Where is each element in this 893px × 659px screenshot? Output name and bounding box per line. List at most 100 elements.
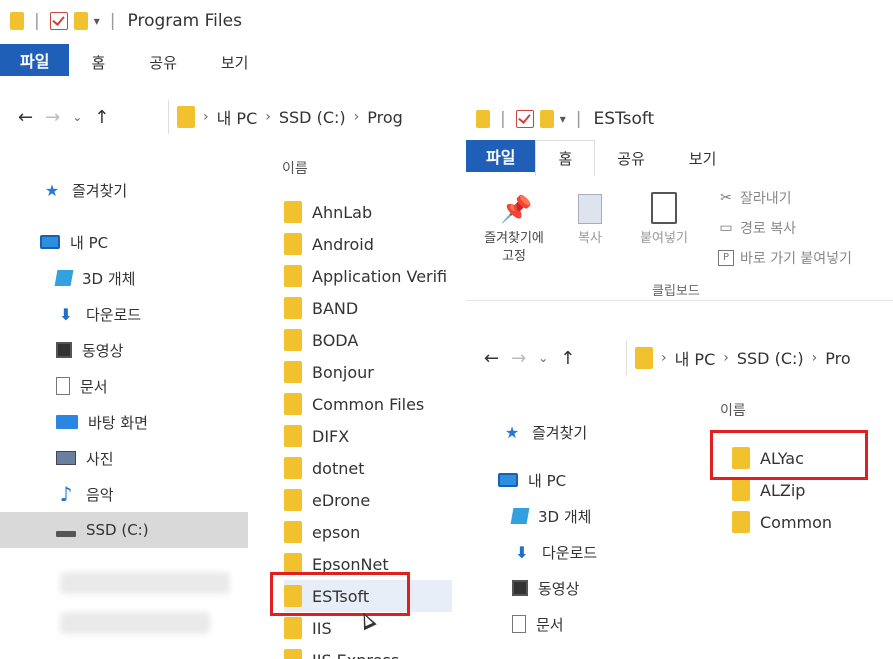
column-header-name[interactable]: 이름 [720, 400, 746, 420]
ribbon-home-panel: 📌 즐겨찾기에 고정 복사 붙여넣기 ✂ 잘라내기 ▭ 경로 복사 P 바로 가… [466, 182, 893, 301]
folder-item-estsoft[interactable]: ESTsoft [284, 580, 452, 612]
tab-share[interactable]: 공유 [595, 140, 667, 176]
blurred-nav-item [60, 612, 210, 634]
folder-item[interactable]: AhnLab [284, 196, 452, 228]
paste-button[interactable]: 붙여넣기 [634, 192, 694, 248]
copy-button[interactable]: 복사 [570, 194, 610, 248]
button-label: 붙여넣기 [640, 231, 688, 246]
nav-label: 즐겨찾기 [532, 423, 588, 442]
file-list: ALYac ALZip Common [732, 442, 882, 538]
folder-icon [284, 585, 302, 607]
nav-item-pictures[interactable]: 사진 [0, 440, 248, 476]
breadcrumb-drive[interactable]: SSD (C:) [279, 108, 346, 127]
nav-label: 내 PC [528, 471, 567, 490]
button-label: 잘라내기 [740, 191, 792, 207]
new-folder-icon[interactable] [73, 12, 88, 30]
nav-item-music[interactable]: ♪ 음악 [0, 476, 248, 512]
folder-icon[interactable] [10, 12, 24, 30]
pin-to-quick-access-button[interactable]: 📌 즐겨찾기에 고정 [474, 196, 554, 266]
folder-item[interactable]: Common Files [284, 388, 452, 420]
nav-item-quick-access[interactable]: ★ 즐겨찾기 [466, 414, 686, 450]
quick-access-dropdown-icon[interactable]: ▾ [560, 112, 566, 126]
address-bar[interactable]: › 내 PC › SSD (C:) › Pro [626, 341, 893, 375]
tab-home[interactable]: 홈 [69, 44, 127, 80]
properties-icon[interactable] [49, 12, 68, 30]
new-folder-icon[interactable] [539, 110, 554, 128]
chevron-right-icon[interactable]: › [723, 350, 729, 366]
chevron-right-icon[interactable]: › [354, 109, 360, 125]
breadcrumb-this-pc[interactable]: 내 PC [675, 346, 716, 370]
back-arrow-icon[interactable]: ← [484, 348, 499, 369]
column-header-name[interactable]: 이름 [282, 158, 308, 178]
folder-item[interactable]: Android [284, 228, 452, 260]
nav-label: 동영상 [82, 341, 124, 360]
breadcrumb-program-files[interactable]: Prog [367, 108, 403, 127]
nav-item-downloads[interactable]: ⬇ 다운로드 [0, 296, 248, 332]
nav-item-3d-objects[interactable]: 3D 개체 [466, 498, 686, 534]
tab-file[interactable]: 파일 [0, 44, 70, 76]
recent-locations-chevron-icon[interactable]: ⌄ [538, 351, 548, 365]
copy-path-button[interactable]: ▭ 경로 복사 [718, 218, 796, 238]
folder-item[interactable]: Bonjour [284, 356, 452, 388]
nav-item-this-pc[interactable]: 내 PC [466, 462, 686, 498]
nav-item-3d-objects[interactable]: 3D 개체 [0, 260, 248, 296]
breadcrumb-drive[interactable]: SSD (C:) [737, 349, 804, 368]
folder-item-common[interactable]: Common [732, 506, 882, 538]
cut-button[interactable]: ✂ 잘라내기 [718, 188, 792, 208]
recent-locations-chevron-icon[interactable]: ⌄ [72, 110, 82, 124]
folder-name: BODA [312, 330, 359, 350]
breadcrumb-this-pc[interactable]: 내 PC [217, 105, 258, 129]
folder-item[interactable]: epson [284, 516, 452, 548]
tab-file[interactable]: 파일 [466, 140, 536, 172]
folder-name: Common Files [312, 394, 425, 414]
back-arrow-icon[interactable]: ← [18, 107, 33, 128]
folder-item-alyac[interactable]: ALYac [732, 442, 882, 474]
nav-item-this-pc[interactable]: 내 PC [0, 224, 248, 260]
folder-item[interactable]: BODA [284, 324, 452, 356]
chevron-right-icon[interactable]: › [661, 350, 667, 366]
nav-item-videos[interactable]: 동영상 [466, 570, 686, 606]
nav-item-videos[interactable]: 동영상 [0, 332, 248, 368]
nav-label: 문서 [80, 377, 108, 396]
tab-share[interactable]: 공유 [127, 44, 199, 80]
folder-item[interactable]: BAND [284, 292, 452, 324]
folder-icon [284, 649, 302, 659]
panel-divider [452, 0, 466, 659]
folder-name: Bonjour [312, 362, 374, 382]
folder-item[interactable]: EpsonNet [284, 548, 452, 580]
tab-home[interactable]: 홈 [535, 140, 596, 176]
folder-name: EpsonNet [312, 554, 389, 574]
forward-arrow-icon[interactable]: → [45, 107, 60, 128]
folder-item[interactable]: IIS Express [284, 644, 452, 659]
tab-view[interactable]: 보기 [667, 140, 739, 176]
folder-icon[interactable] [476, 110, 490, 128]
nav-item-downloads[interactable]: ⬇ 다운로드 [466, 534, 686, 570]
button-label: 즐겨찾기에 [484, 231, 544, 246]
nav-item-desktop[interactable]: 바탕 화면 [0, 404, 248, 440]
nav-item-ssd-c[interactable]: SSD (C:) [0, 512, 248, 548]
folder-item[interactable]: dotnet [284, 452, 452, 484]
folder-item[interactable]: DIFX [284, 420, 452, 452]
tab-view[interactable]: 보기 [199, 44, 271, 80]
folder-item[interactable]: Application Verifi [284, 260, 452, 292]
chevron-right-icon[interactable]: › [265, 109, 271, 125]
navigation-pane: ★ 즐겨찾기 내 PC 3D 개체 ⬇ 다운로드 동영상 문서 바탕 화면 사진… [0, 172, 248, 548]
quick-access-dropdown-icon[interactable]: ▾ [94, 14, 100, 28]
address-bar[interactable]: › 내 PC › SSD (C:) › Prog [168, 100, 452, 134]
folder-item[interactable]: eDrone [284, 484, 452, 516]
up-arrow-icon[interactable]: ↑ [94, 107, 109, 128]
up-arrow-icon[interactable]: ↑ [560, 348, 575, 369]
nav-item-documents[interactable]: 문서 [466, 606, 686, 642]
forward-arrow-icon[interactable]: → [511, 348, 526, 369]
chevron-right-icon[interactable]: › [812, 350, 818, 366]
folder-name: IIS Express [312, 651, 399, 659]
folder-item-alzip[interactable]: ALZip [732, 474, 882, 506]
paste-shortcut-button[interactable]: P 바로 가기 붙여넣기 [718, 248, 852, 268]
3d-objects-icon [54, 270, 74, 286]
breadcrumb-program-files[interactable]: Pro [825, 349, 850, 368]
nav-label: 다운로드 [542, 543, 598, 562]
nav-item-quick-access[interactable]: ★ 즐겨찾기 [0, 172, 248, 208]
nav-item-documents[interactable]: 문서 [0, 368, 248, 404]
chevron-right-icon[interactable]: › [203, 109, 209, 125]
properties-icon[interactable] [515, 110, 534, 128]
